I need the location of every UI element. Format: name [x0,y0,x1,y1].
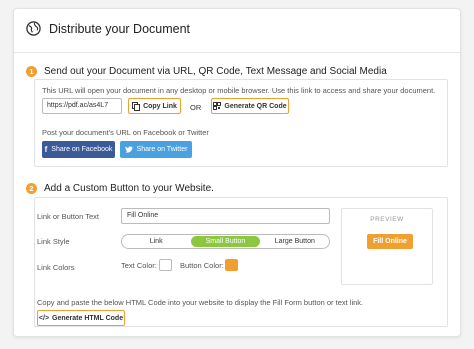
step-2-title: Add a Custom Button to your Website. [44,183,214,194]
preview-panel: PREVIEW Fill Online [341,208,433,285]
url-description: This URL will open your document in any … [42,86,436,95]
globe-icon [26,21,41,36]
link-text-label: Link or Button Text [37,212,99,221]
style-option-small-button[interactable]: Small Button [191,236,260,247]
link-colors-label: Link Colors [37,263,75,272]
header-divider [14,52,460,53]
step-2-badge: 2 [26,183,37,194]
custom-button-panel: Link or Button Text Fill Online Link Sty… [34,197,448,327]
generate-qr-label: Generate QR Code [224,102,287,110]
facebook-label: Share on Facebook [51,146,113,153]
button-settings: Link or Button Text Fill Online Link Sty… [35,208,445,298]
generate-html-label: Generate HTML Code [52,314,124,322]
text-color-swatch[interactable] [159,259,172,271]
style-option-link[interactable]: Link [122,238,190,245]
twitter-icon [124,146,133,153]
card-header: Distribute your Document [26,21,190,36]
link-text-input[interactable]: Fill Online [121,208,330,224]
facebook-icon: f [44,145,48,154]
or-label: OR [190,103,202,112]
button-color-label: Button Color: [180,261,224,270]
preview-button[interactable]: Fill Online [367,234,413,249]
html-code-description: Copy and paste the below HTML Code into … [37,298,364,307]
generate-qr-button[interactable]: Generate QR Code [211,98,289,114]
twitter-label: Share on Twitter [136,146,188,153]
code-icon: </> [38,314,50,322]
text-color-label: Text Color: [121,261,157,270]
step-1-title: Send out your Document via URL, QR Code,… [44,66,387,77]
share-url-panel: This URL will open your document in any … [34,79,448,167]
style-option-large-button[interactable]: Large Button [261,238,329,245]
step-2-heading: 2 Add a Custom Button to your Website. [26,183,214,194]
qr-code-icon [213,102,222,110]
step-1-badge: 1 [26,66,37,77]
url-field[interactable]: https://pdf.ac/as4L7 [42,98,122,114]
link-style-selector: Link Small Button Large Button [121,234,330,249]
copy-link-button[interactable]: Copy Link [128,98,181,114]
step-1-heading: 1 Send out your Document via URL, QR Cod… [26,66,387,77]
preview-label: PREVIEW [370,216,404,223]
share-facebook-button[interactable]: f Share on Facebook [42,141,115,158]
page-title: Distribute your Document [49,21,191,36]
copy-icon [132,101,141,111]
generate-html-button[interactable]: </> Generate HTML Code [37,310,125,326]
copy-link-label: Copy Link [143,102,177,110]
social-description: Post your document's URL on Facebook or … [42,128,209,137]
distribute-card: Distribute your Document 1 Send out your… [13,8,461,337]
share-twitter-button[interactable]: Share on Twitter [120,141,192,158]
link-style-label: Link Style [37,237,70,246]
button-color-swatch[interactable] [225,259,238,271]
